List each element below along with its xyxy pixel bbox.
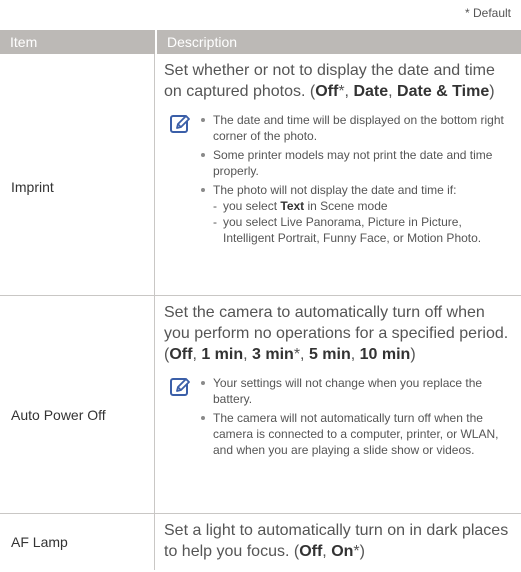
- row-description: Set a light to automatically turn on in …: [155, 514, 521, 570]
- table-row: AF Lamp Set a light to automatically tur…: [0, 514, 521, 570]
- note-list: The date and time will be displayed on t…: [199, 112, 513, 249]
- row-item-label: Imprint: [0, 54, 155, 295]
- note-block: Your settings will not change when you r…: [169, 375, 513, 461]
- header-item: Item: [10, 34, 38, 50]
- table-row: Auto Power Off Set the camera to automat…: [0, 296, 521, 514]
- list-item: The camera will not automatically turn o…: [199, 410, 513, 458]
- row-item-label: Auto Power Off: [0, 296, 155, 513]
- note-list: Your settings will not change when you r…: [199, 375, 513, 461]
- list-item: Your settings will not change when you r…: [199, 375, 513, 407]
- settings-table: Item Description Imprint Set whether or …: [0, 30, 521, 570]
- list-item: Some printer models may not print the da…: [199, 147, 513, 179]
- note-pencil-icon: [170, 378, 190, 396]
- header-description: Description: [155, 30, 521, 54]
- description-text: Set a light to automatically turn on in …: [164, 522, 509, 560]
- table-header: Item Description: [0, 30, 521, 54]
- note-block: The date and time will be displayed on t…: [169, 112, 513, 249]
- note-pencil-icon: [170, 115, 190, 133]
- list-item: The date and time will be displayed on t…: [199, 112, 513, 144]
- description-text: Set the camera to automatically turn off…: [164, 304, 509, 363]
- default-note: * Default: [464, 6, 511, 20]
- sub-list: you select Text in Scene mode you select…: [213, 198, 513, 246]
- list-item: The photo will not display the date and …: [199, 182, 513, 246]
- description-text: Set whether or not to display the date a…: [164, 62, 495, 100]
- row-description: Set whether or not to display the date a…: [155, 54, 521, 295]
- sub-list-item: you select Text in Scene mode: [213, 198, 513, 214]
- sub-list-item: you select Live Panorama, Picture in Pic…: [213, 214, 513, 246]
- table-row: Imprint Set whether or not to display th…: [0, 54, 521, 296]
- row-description: Set the camera to automatically turn off…: [155, 296, 521, 513]
- row-item-label: AF Lamp: [0, 514, 155, 570]
